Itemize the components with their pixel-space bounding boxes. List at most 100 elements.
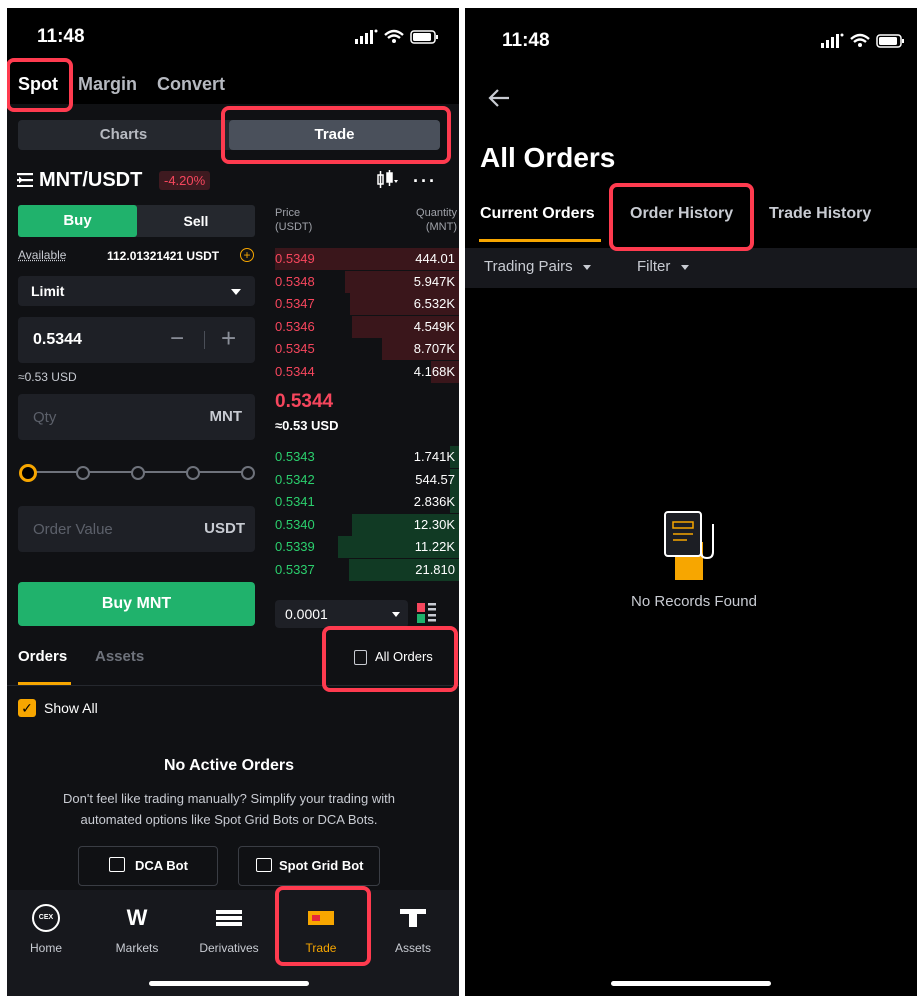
- bid-row[interactable]: 0.5342 544.57: [275, 468, 459, 491]
- bid-row[interactable]: 0.5341 2.836K: [275, 491, 459, 514]
- bid-quantity: 21.810: [415, 562, 455, 577]
- order-value-unit: USDT: [204, 520, 245, 537]
- grid-bot-icon: [256, 858, 272, 872]
- no-orders-title: No Active Orders: [163, 757, 295, 774]
- ask-row[interactable]: 0.5345 8.707K: [275, 338, 459, 361]
- bid-quantity: 2.836K: [413, 494, 455, 510]
- nav-markets[interactable]: W Markets: [91, 903, 183, 955]
- chevron-down-icon: [231, 289, 241, 295]
- qty-input[interactable]: Qty MNT: [18, 394, 255, 440]
- nav-assets-label: Assets: [394, 941, 431, 955]
- back-arrow-icon[interactable]: [487, 88, 511, 113]
- trade-button[interactable]: Trade: [229, 120, 440, 150]
- bid-quantity: 12.30K: [413, 516, 455, 532]
- status-icons: [355, 28, 441, 51]
- bid-price: 0.5339: [275, 539, 315, 555]
- nav-assets[interactable]: Assets: [367, 903, 459, 955]
- grid-bot-label: Spot Grid Bot: [279, 858, 364, 873]
- nav-trade[interactable]: Trade: [275, 903, 367, 955]
- ask-price: 0.5346: [275, 318, 315, 334]
- qty-placeholder: Qty: [33, 409, 57, 426]
- ask-price: 0.5345: [275, 341, 315, 357]
- filter-dropdown[interactable]: Filter: [637, 258, 689, 275]
- more-options-icon[interactable]: ···: [413, 171, 437, 192]
- order-type-select[interactable]: Limit: [18, 276, 255, 306]
- order-value-placeholder: Order Value: [33, 521, 113, 538]
- tab-current-orders[interactable]: Current Orders: [480, 205, 595, 223]
- bid-quantity: 1.741K: [413, 449, 455, 464]
- candlestick-icon[interactable]: [376, 170, 398, 195]
- orderbook-qty-header: Quantity (MNT): [416, 207, 457, 233]
- pair-name[interactable]: MNT/USDT: [39, 169, 142, 192]
- menu-icon[interactable]: [17, 173, 35, 192]
- dca-bot-button[interactable]: DCA Bot: [78, 846, 218, 886]
- precision-select[interactable]: 0.0001: [275, 600, 408, 628]
- ask-row[interactable]: 0.5349 444.01: [275, 248, 459, 270]
- minus-icon[interactable]: −: [170, 325, 184, 353]
- status-icons: [821, 32, 907, 55]
- price-input[interactable]: 0.5344 − +: [18, 317, 255, 363]
- cex-home-icon: CEX: [32, 904, 60, 932]
- ask-quantity: 4.168K: [413, 364, 455, 379]
- current-orders-underline: [479, 239, 601, 242]
- ask-quantity: 444.01: [415, 251, 455, 266]
- spot-grid-bot-button[interactable]: Spot Grid Bot: [238, 846, 380, 886]
- order-value-input[interactable]: Order Value USDT: [18, 506, 255, 552]
- plus-icon[interactable]: +: [221, 323, 236, 354]
- bid-price: 0.5342: [275, 471, 315, 487]
- amount-slider[interactable]: [18, 462, 255, 482]
- bid-price: 0.5343: [275, 449, 315, 464]
- trade-icon: [275, 903, 367, 933]
- chevron-down-icon: [392, 612, 400, 617]
- price-value: 0.5344: [33, 331, 82, 348]
- ask-row[interactable]: 0.5347 6.532K: [275, 293, 459, 316]
- show-all-label: Show All: [44, 700, 98, 716]
- ask-price: 0.5344: [275, 364, 315, 379]
- tab-orders[interactable]: Orders: [18, 648, 67, 665]
- markets-icon: W: [126, 905, 148, 930]
- chevron-down-icon: [582, 264, 591, 270]
- spot-trade-screen: 11:48 Spot Margin Convert Charts Trade M…: [7, 8, 459, 996]
- ask-price: 0.5348: [275, 273, 315, 289]
- ask-row[interactable]: 0.5348 5.947K: [275, 270, 459, 293]
- buy-mnt-button[interactable]: Buy MNT: [18, 582, 255, 626]
- document-icon: [354, 650, 367, 665]
- available-value: 112.01321421 USDT: [107, 249, 220, 263]
- sell-tab[interactable]: Sell: [137, 205, 255, 237]
- bid-row[interactable]: 0.5340 12.30K: [275, 513, 459, 536]
- nav-home[interactable]: CEX Home: [7, 903, 92, 955]
- tab-trade-history[interactable]: Trade History: [769, 205, 871, 223]
- tab-spot[interactable]: Spot: [18, 74, 58, 95]
- bid-price: 0.5337: [275, 562, 315, 577]
- ask-quantity: 6.532K: [413, 296, 455, 312]
- status-time: 11:48: [37, 26, 85, 47]
- bid-row[interactable]: 0.5343 1.741K: [275, 446, 459, 468]
- page-title: All Orders: [480, 142, 616, 173]
- tab-order-history[interactable]: Order History: [630, 205, 733, 223]
- charts-button[interactable]: Charts: [18, 120, 229, 150]
- slider-handle[interactable]: [19, 464, 37, 482]
- empty-records-icon: [661, 502, 735, 587]
- price-change-badge: -4.20%: [159, 171, 211, 190]
- chevron-down-icon: [680, 264, 689, 270]
- nav-trade-label: Trade: [305, 941, 337, 955]
- trading-pairs-filter[interactable]: Trading Pairs: [484, 258, 591, 275]
- orderbook-layout-icon[interactable]: [417, 602, 437, 629]
- show-all-checkbox[interactable]: ✓: [18, 699, 36, 717]
- status-time: 11:48: [502, 30, 550, 51]
- ask-row[interactable]: 0.5346 4.549K: [275, 315, 459, 338]
- dca-bot-label: DCA Bot: [135, 858, 188, 873]
- bid-row[interactable]: 0.5337 21.810: [275, 559, 459, 581]
- ask-row[interactable]: 0.5344 4.168K: [275, 361, 459, 383]
- nav-derivatives[interactable]: Derivatives: [183, 903, 275, 955]
- nav-derivatives-label: Derivatives: [199, 941, 259, 955]
- tab-convert[interactable]: Convert: [157, 74, 225, 95]
- buy-tab[interactable]: Buy: [18, 205, 137, 237]
- bid-row[interactable]: 0.5339 11.22K: [275, 536, 459, 559]
- add-funds-icon[interactable]: +: [240, 248, 254, 262]
- tab-margin[interactable]: Margin: [78, 74, 137, 95]
- divider: [7, 685, 459, 686]
- tab-assets[interactable]: Assets: [95, 648, 144, 665]
- home-indicator: [611, 981, 771, 986]
- orderbook-price-header: Price (USDT): [275, 207, 313, 233]
